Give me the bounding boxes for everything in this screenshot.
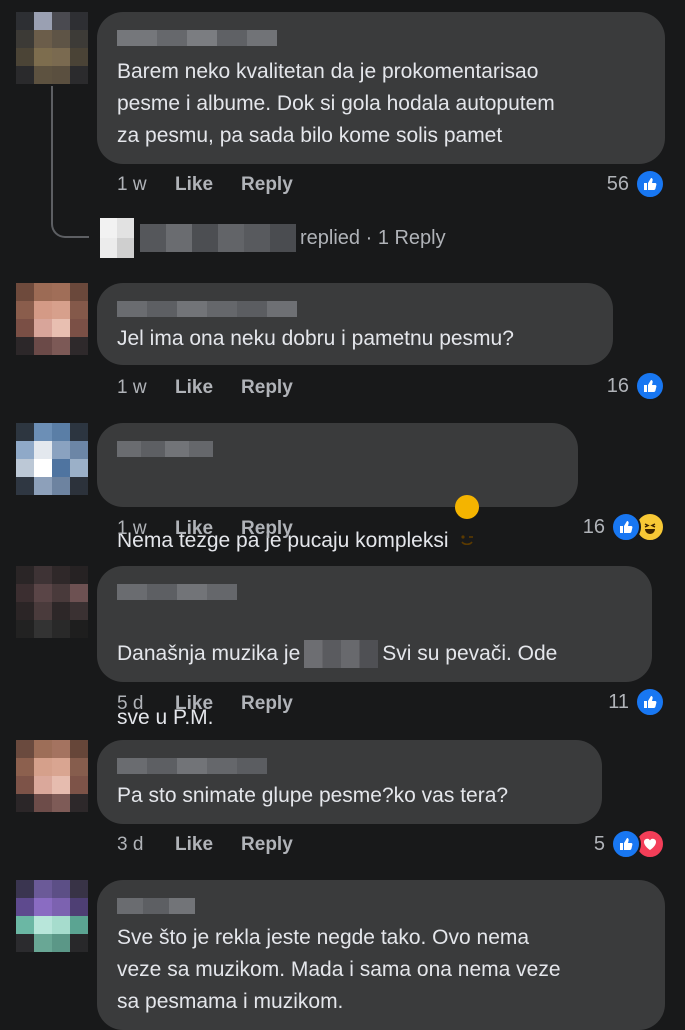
comment-actions: 5 d Like Reply (117, 692, 321, 716)
comment-time[interactable]: 5 d (117, 693, 175, 715)
reaction-summary[interactable]: 56 (606, 169, 665, 199)
view-replies-link[interactable]: replied · 1 Reply (100, 218, 446, 258)
reaction-count: 11 (608, 690, 629, 713)
blurred-avatar-icon (100, 218, 134, 258)
comment-actions: 1 w Like Reply (117, 376, 321, 400)
reaction-count: 16 (606, 374, 629, 397)
like-button[interactable]: Like (175, 693, 213, 715)
blurred-author-name[interactable] (117, 584, 237, 600)
blurred-author-name[interactable] (117, 758, 267, 774)
comment-actions: 1 w Like Reply (117, 173, 321, 197)
reaction-summary[interactable]: 16 (606, 371, 665, 401)
reaction-count: 16 (582, 515, 605, 538)
like-reaction-icon (635, 169, 665, 199)
blurred-author-name[interactable] (117, 898, 195, 914)
blurred-avatar-icon[interactable] (16, 423, 88, 495)
reply-button[interactable]: Reply (241, 174, 293, 196)
blurred-avatar-icon[interactable] (16, 740, 88, 812)
like-reaction-icon (635, 371, 665, 401)
blurred-author-name[interactable] (117, 441, 213, 457)
reply-button[interactable]: Reply (241, 377, 293, 399)
like-button[interactable]: Like (175, 377, 213, 399)
blurred-avatar-icon[interactable] (16, 566, 88, 638)
blurred-avatar-icon[interactable] (16, 880, 88, 952)
reply-button[interactable]: Reply (241, 693, 293, 715)
comment-bubble: Današnja muzika je Svi su pevači. Ode sve… (97, 566, 652, 729)
reaction-count: 5 (593, 832, 605, 855)
comment-bubble: Sve što je rekla jeste negde tako. Ovo n… (97, 880, 665, 1030)
like-button[interactable]: Like (175, 834, 213, 856)
reaction-summary[interactable]: 5 (593, 829, 665, 859)
comment-time[interactable]: 3 d (117, 834, 175, 856)
reaction-count: 56 (606, 172, 629, 195)
blurred-author-name (140, 224, 296, 252)
comment-text: Jel ima ona neku dobru i pametnu pesmu? (117, 327, 514, 350)
like-reaction-icon (635, 687, 665, 717)
reaction-summary[interactable]: 11 (608, 687, 665, 717)
like-reaction-icon (611, 512, 641, 542)
blurred-avatar-icon[interactable] (16, 283, 88, 355)
reply-button[interactable]: Reply (241, 834, 293, 856)
like-reaction-icon (611, 829, 641, 859)
reaction-summary[interactable]: 16 (582, 512, 665, 542)
comment-bubble: Barem neko kvalitetan da je prokomentari… (97, 12, 665, 164)
reply-thread-line (51, 86, 89, 238)
wink-emoji-icon (454, 495, 479, 546)
comment-time[interactable]: 1 w (117, 518, 175, 540)
reply-button[interactable]: Reply (241, 518, 293, 540)
comment-actions: 3 d Like Reply (117, 833, 321, 857)
comment-time[interactable]: 1 w (117, 377, 175, 399)
comment-text: Barem neko kvalitetan da je prokomentari… (117, 60, 555, 147)
comment-bubble: Pa sto snimate glupe pesme?ko vas tera? (97, 740, 602, 824)
comment-text: Nema tezge pa je pucaju kompleksi (117, 463, 558, 557)
like-button[interactable]: Like (175, 174, 213, 196)
like-button[interactable]: Like (175, 518, 213, 540)
comment-text: Pa sto snimate glupe pesme?ko vas tera? (117, 784, 509, 807)
replied-label[interactable]: replied · 1 Reply (300, 227, 446, 250)
comment-text-middle: Svi su pevači. Ode (382, 642, 558, 665)
comment-text-start: Današnja muzika je (117, 642, 301, 665)
comment-text: Sve što je rekla jeste negde tako. Ovo n… (117, 926, 561, 1013)
blurred-author-name[interactable] (117, 30, 277, 46)
censored-word-blur (304, 640, 379, 669)
comment-bubble: Nema tezge pa je pucaju kompleksi (97, 423, 578, 552)
comment-actions: 1 w Like Reply (117, 517, 321, 541)
blurred-author-name[interactable] (117, 301, 297, 317)
blurred-avatar-icon[interactable] (16, 12, 88, 84)
comment-bubble: Jel ima ona neku dobru i pametnu pesmu? (97, 283, 613, 365)
comment-time[interactable]: 1 w (117, 174, 175, 196)
